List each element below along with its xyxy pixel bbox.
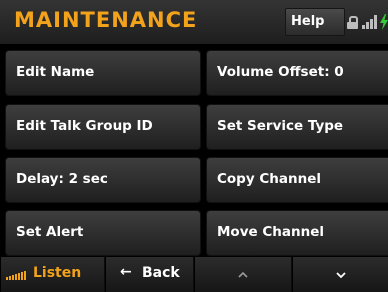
page-title: MAINTENANCE: [14, 8, 198, 32]
header-bar: MAINTENANCE Help: [0, 0, 388, 44]
lock-icon: [347, 16, 358, 29]
audio-level-icon: [6, 270, 30, 280]
set-service-type-button[interactable]: Set Service Type: [206, 104, 388, 150]
set-alert-button[interactable]: Set Alert: [5, 210, 201, 256]
edit-talk-group-id-button[interactable]: Edit Talk Group ID: [5, 104, 201, 150]
scroll-down-button[interactable]: [292, 257, 388, 292]
listen-label: Listen: [33, 265, 82, 281]
chevron-up-icon: [238, 271, 248, 278]
back-button[interactable]: ← Back: [105, 257, 193, 292]
move-channel-button[interactable]: Move Channel: [206, 210, 388, 256]
maintenance-screen: MAINTENANCE Help Edit Name Volume Offset…: [0, 0, 388, 292]
copy-channel-button[interactable]: Copy Channel: [206, 157, 388, 203]
status-icons: [347, 12, 388, 34]
back-arrow-icon: ←: [120, 264, 132, 280]
footer-bar: Listen ← Back: [0, 257, 388, 292]
bolt-icon: [380, 14, 388, 30]
signal-icon: [362, 15, 378, 29]
chevron-down-icon: [336, 272, 346, 279]
volume-offset-button[interactable]: Volume Offset: 0: [206, 50, 388, 96]
listen-button[interactable]: Listen: [0, 257, 104, 292]
back-label: Back: [142, 265, 180, 281]
help-button[interactable]: Help: [285, 8, 345, 36]
edit-name-button[interactable]: Edit Name: [5, 50, 201, 96]
scroll-up-button[interactable]: [194, 257, 291, 292]
delay-button[interactable]: Delay: 2 sec: [5, 157, 201, 203]
